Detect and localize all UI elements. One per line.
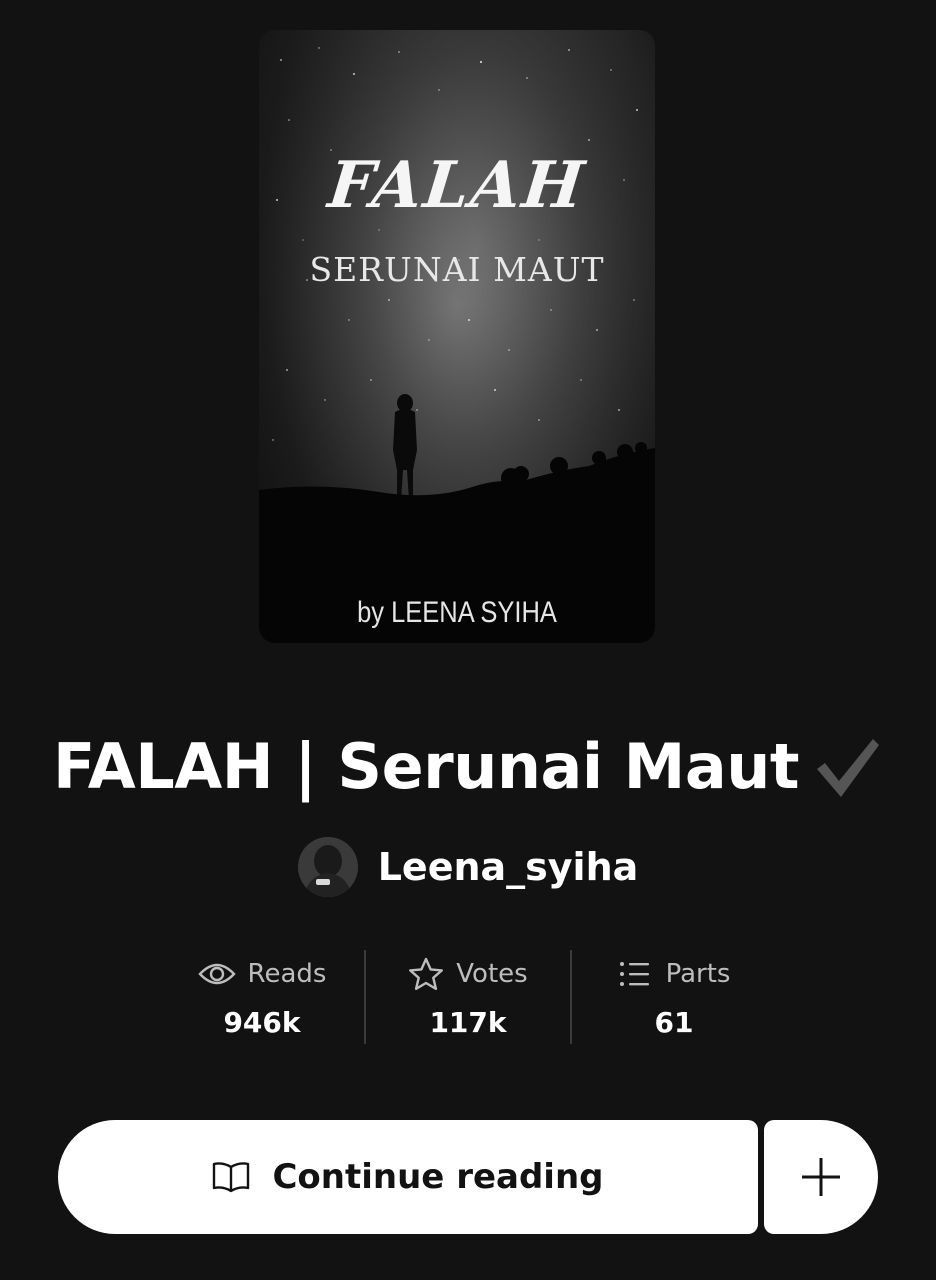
add-to-library-button[interactable] [764, 1120, 878, 1234]
check-icon [811, 731, 883, 803]
author-row[interactable]: Leena_syiha [0, 836, 936, 898]
list-icon [619, 962, 649, 986]
stat-parts: Parts 61 [570, 950, 776, 1044]
cover-subtitle: SERUNAI MAUT [309, 250, 605, 289]
story-title: FALAH | Serunai Maut [53, 730, 799, 803]
stat-value-reads: 946k [223, 1006, 301, 1039]
continue-reading-button[interactable]: Continue reading [58, 1120, 758, 1234]
cover-author-line: by LEENA SYIHA [357, 596, 557, 629]
story-details-page: FALAH SERUNAI MAUT by LEENA SYIHA FALAH … [0, 0, 936, 1280]
stat-label-votes: Votes [456, 959, 528, 989]
cover-night-sky-image [259, 30, 655, 643]
stat-reads: Reads 946k [160, 950, 364, 1044]
cover-title: FALAH [324, 148, 590, 223]
author-name[interactable]: Leena_syiha [378, 845, 639, 889]
story-stats: Reads 946k Votes 117k Parts 61 [160, 950, 776, 1044]
star-icon [409, 957, 444, 990]
book-icon [213, 1162, 250, 1193]
continue-reading-label: Continue reading [272, 1157, 604, 1197]
stat-label-parts: Parts [665, 959, 731, 989]
story-title-row: FALAH | Serunai Maut [0, 730, 936, 803]
stat-value-parts: 61 [654, 1006, 694, 1039]
stat-label-reads: Reads [247, 959, 327, 989]
plus-icon [802, 1158, 840, 1196]
stat-value-votes: 117k [429, 1006, 507, 1039]
stat-votes: Votes 117k [364, 950, 570, 1044]
eye-icon [197, 963, 236, 985]
book-cover[interactable]: FALAH SERUNAI MAUT by LEENA SYIHA [259, 30, 655, 643]
avatar[interactable] [297, 837, 358, 897]
